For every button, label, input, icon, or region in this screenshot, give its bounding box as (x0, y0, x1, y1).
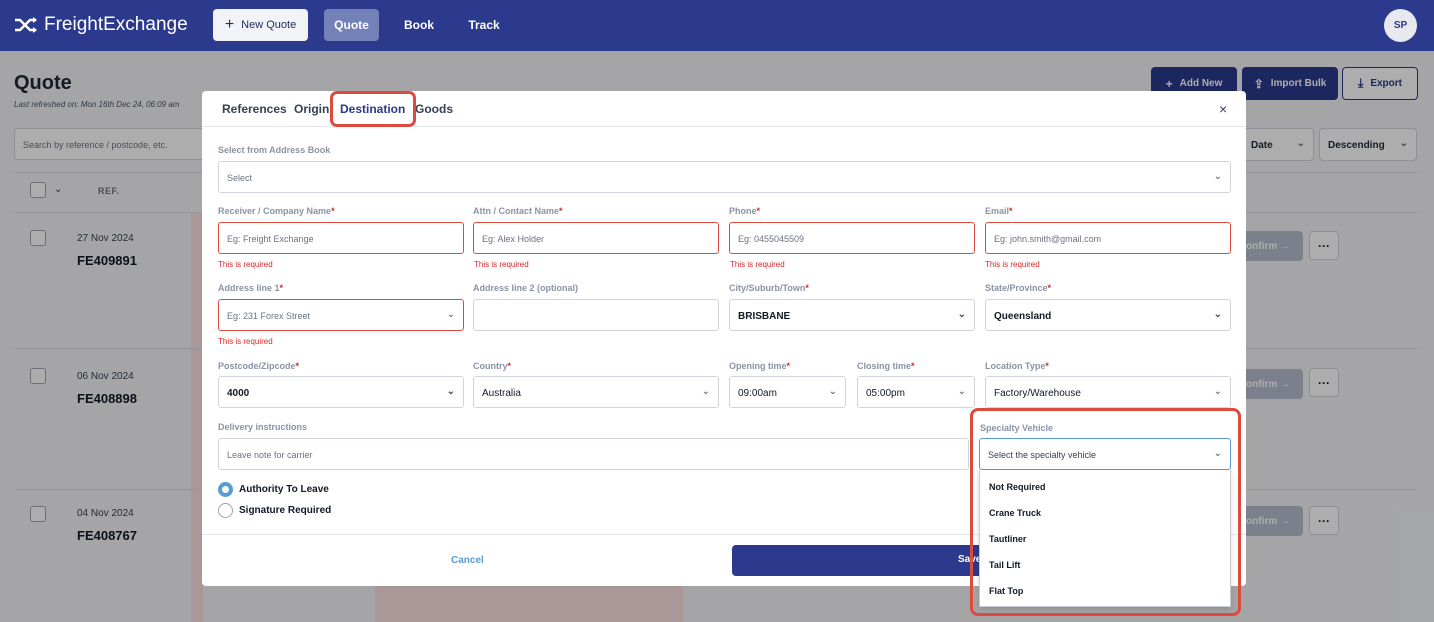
authority-to-leave-radio[interactable] (218, 482, 233, 497)
chevron-down-icon: ⌄ (1213, 171, 1222, 182)
country-label: Country* (473, 361, 512, 371)
delivery-instructions-input[interactable]: Leave note for carrier (218, 438, 969, 470)
address1-label: Address line 1* (218, 283, 284, 293)
new-quote-button[interactable]: + New Quote (213, 9, 308, 41)
city-value: BRISBANE (738, 311, 791, 322)
specialty-vehicle-select[interactable]: Select the specialty vehicle ⌄ (979, 438, 1231, 470)
tab-references[interactable]: References (222, 102, 287, 116)
country-value: Australia (482, 388, 521, 399)
option-not-required[interactable]: Not Required (989, 482, 1046, 492)
nav-quote[interactable]: Quote (324, 9, 379, 41)
closing-time-value: 05:00pm (866, 388, 905, 399)
top-nav-bar: FreightExchange + New Quote Quote Book T… (0, 0, 1434, 51)
email-input[interactable]: Eg: john.smith@gmail.com (985, 222, 1231, 254)
company-error: This is required (218, 260, 273, 269)
shuffle-icon (15, 17, 37, 33)
chevron-down-icon: ⌄ (957, 386, 966, 397)
chevron-down-icon: ⌄ (1213, 386, 1222, 397)
signature-required-label[interactable]: Signature Required (239, 505, 331, 516)
specialty-vehicle-placeholder: Select the specialty vehicle (988, 450, 1097, 460)
nav-book[interactable]: Book (398, 9, 440, 41)
company-input[interactable]: Eg: Freight Exchange (218, 222, 464, 254)
contact-label: Attn / Contact Name* (473, 206, 563, 216)
new-quote-label: New Quote (241, 19, 297, 31)
contact-input[interactable]: Eg: Alex Holder (473, 222, 719, 254)
postcode-label: Postcode/Zipcode* (218, 361, 300, 371)
location-type-value: Factory/Warehouse (994, 388, 1081, 399)
close-icon[interactable]: × (1219, 101, 1227, 117)
email-label: Email* (985, 206, 1013, 216)
chevron-down-icon: ⌄ (446, 309, 455, 320)
city-select[interactable]: BRISBANE ⌄ (729, 299, 975, 331)
phone-label: Phone* (729, 206, 761, 216)
company-label: Receiver / Company Name* (218, 206, 335, 216)
signature-required-radio[interactable] (218, 503, 233, 518)
option-tail-lift[interactable]: Tail Lift (989, 560, 1020, 570)
chevron-down-icon: ⌄ (1213, 309, 1222, 320)
state-select[interactable]: Queensland ⌄ (985, 299, 1231, 331)
opening-time-value: 09:00am (738, 388, 777, 399)
tab-origin[interactable]: Origin (294, 102, 329, 116)
chevron-down-icon: ⌄ (828, 386, 837, 397)
opening-time-select[interactable]: 09:00am ⌄ (729, 376, 846, 408)
specialty-vehicle-label: Specialty Vehicle (980, 423, 1054, 433)
option-flat-top[interactable]: Flat Top (989, 586, 1023, 596)
tab-goods[interactable]: Goods (415, 102, 453, 116)
email-error: This is required (985, 260, 1040, 269)
cancel-button[interactable]: Cancel (451, 555, 484, 566)
avatar[interactable]: SP (1384, 9, 1417, 42)
state-value: Queensland (994, 311, 1052, 322)
chevron-down-icon: ⌄ (1213, 448, 1222, 459)
brand-logo[interactable]: FreightExchange (14, 13, 188, 37)
address2-input[interactable] (473, 299, 719, 331)
brand-name: FreightExchange (44, 14, 188, 35)
option-tautliner[interactable]: Tautliner (989, 534, 1026, 544)
chevron-down-icon: ⌄ (957, 309, 966, 320)
address-book-placeholder: Select (227, 173, 253, 183)
phone-input[interactable]: Eg: 0455045509 (729, 222, 975, 254)
address1-error: This is required (218, 337, 273, 346)
address1-input[interactable]: Eg: 231 Forex Street ⌄ (218, 299, 464, 331)
nav-track[interactable]: Track (462, 9, 506, 41)
save-button[interactable]: Save (732, 545, 982, 576)
phone-error: This is required (730, 260, 785, 269)
opening-time-label: Opening time* (729, 361, 791, 371)
address-book-label: Select from Address Book (218, 145, 331, 155)
authority-to-leave-label[interactable]: Authority To Leave (239, 484, 329, 495)
plus-icon: + (224, 16, 235, 33)
city-label: City/Suburb/Town* (729, 283, 809, 293)
closing-time-label: Closing time* (857, 361, 915, 371)
postcode-select[interactable]: 4000 ⌄ (218, 376, 464, 408)
active-tab-highlight (330, 91, 416, 127)
address2-label: Address line 2 (optional) (473, 283, 579, 293)
contact-error: This is required (474, 260, 529, 269)
option-crane-truck[interactable]: Crane Truck (989, 508, 1041, 518)
chevron-down-icon: ⌄ (446, 386, 455, 397)
location-type-select[interactable]: Factory/Warehouse ⌄ (985, 376, 1231, 408)
postcode-value: 4000 (227, 388, 250, 399)
delivery-instructions-label: Delivery instructions (218, 422, 308, 432)
modal-tab-bar: References Origin Destination Goods × (202, 91, 1246, 127)
address1-placeholder: Eg: 231 Forex Street (227, 311, 311, 321)
country-select[interactable]: Australia ⌄ (473, 376, 719, 408)
address-book-select[interactable]: Select ⌄ (218, 161, 1231, 193)
state-label: State/Province* (985, 283, 1052, 293)
closing-time-select[interactable]: 05:00pm ⌄ (857, 376, 975, 408)
location-type-label: Location Type* (985, 361, 1049, 371)
specialty-vehicle-menu: Not Required Crane Truck Tautliner Tail … (979, 470, 1231, 607)
chevron-down-icon: ⌄ (701, 386, 710, 397)
